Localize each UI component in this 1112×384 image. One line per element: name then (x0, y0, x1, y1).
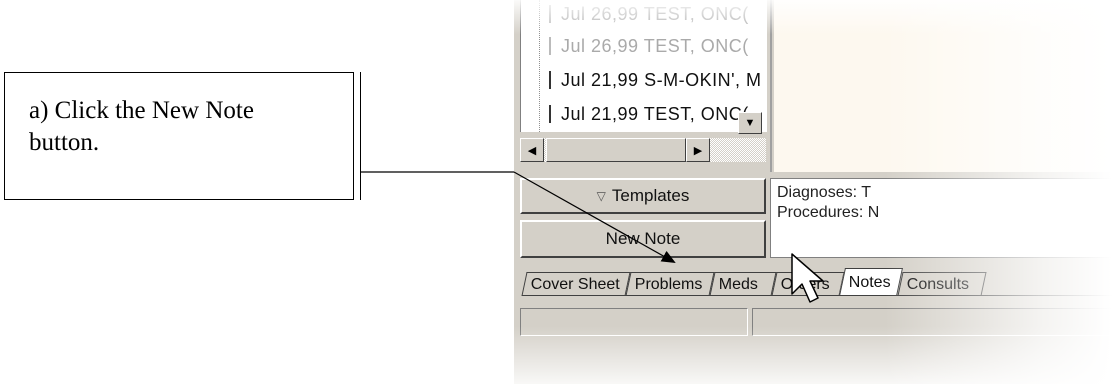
horizontal-scrollbar[interactable]: ◀ ▶ (520, 138, 766, 162)
document-icon (549, 71, 551, 89)
diagnoses-label: Diagnoses: T (777, 184, 871, 201)
note-item[interactable]: Jul 21,99 TEST, ONC( (521, 100, 748, 128)
callout-divider-line (360, 72, 361, 200)
note-item[interactable]: Jul 26,99 TEST, ONC( (521, 0, 748, 28)
templates-button[interactable]: ▽ Templates (520, 178, 766, 214)
tab-meds[interactable]: Meds (709, 272, 777, 296)
document-icon (549, 105, 551, 123)
scroll-down-arrow-icon[interactable]: ▼ (738, 112, 762, 134)
templates-triangle-icon: ▽ (596, 189, 606, 203)
notes-tree[interactable]: Jul 26,99 TEST, ONC( Jul 26,99 TEST, ONC… (520, 0, 767, 132)
note-item[interactable]: Jul 21,99 S-M-OKIN', M (521, 66, 761, 94)
tab-orders[interactable]: Orders (771, 272, 845, 296)
document-icon (549, 5, 551, 23)
chart-tabs: Cover Sheet Problems Meds Orders Notes C… (514, 264, 1112, 300)
scroll-thumb[interactable] (546, 138, 686, 162)
pane-splitter[interactable] (770, 0, 772, 172)
note-preview-pane (774, 0, 1112, 172)
note-item[interactable]: Jul 26,99 TEST, ONC( (521, 32, 748, 60)
status-panel-left (520, 308, 748, 336)
instruction-callout: a) Click the New Note button. (4, 72, 354, 200)
encounter-info-box: Diagnoses: T Procedures: N (770, 178, 1112, 258)
scroll-left-arrow-icon[interactable]: ◀ (520, 138, 544, 162)
tab-notes[interactable]: Notes (839, 268, 903, 296)
scroll-right-arrow-icon[interactable]: ▶ (686, 138, 710, 162)
instruction-text: a) Click the New Note button. (29, 97, 254, 156)
document-icon (549, 37, 551, 55)
status-panel-right (752, 308, 1112, 336)
tab-problems[interactable]: Problems (625, 272, 715, 296)
tab-consults[interactable]: Consults (897, 272, 987, 296)
new-note-button[interactable]: New Note (520, 220, 766, 258)
procedures-label: Procedures: N (777, 204, 880, 221)
cprs-window: Jul 26,99 TEST, ONC( Jul 26,99 TEST, ONC… (514, 0, 1112, 384)
tab-cover-sheet[interactable]: Cover Sheet (521, 272, 631, 296)
